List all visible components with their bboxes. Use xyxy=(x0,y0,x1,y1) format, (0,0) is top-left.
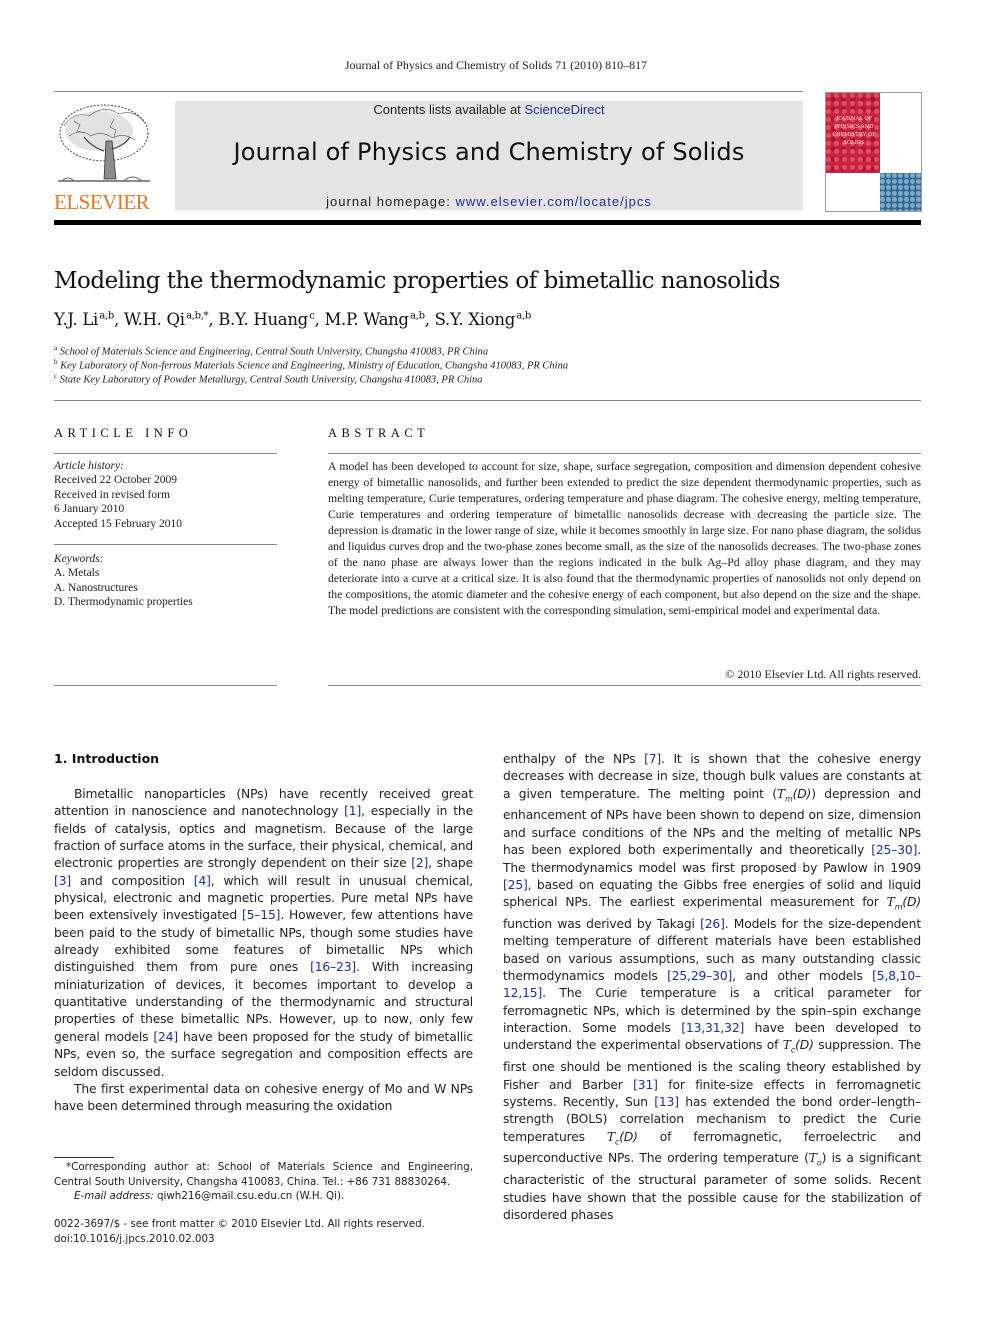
citation-link[interactable]: [24] xyxy=(153,1030,178,1044)
citation-link[interactable]: [2] xyxy=(411,856,428,870)
corresponding-author-note: *Corresponding author at: School of Mate… xyxy=(54,1161,473,1188)
header-bottom-rule xyxy=(54,220,921,225)
paragraph: Bimetallic nanoparticles (NPs) have rece… xyxy=(54,787,474,1079)
doi-line[interactable]: doi:10.1016/j.jpcs.2010.02.003 xyxy=(54,1232,425,1247)
issn-line: 0022-3697/$ - see front matter © 2010 El… xyxy=(54,1218,425,1230)
tree-icon xyxy=(58,104,150,182)
citation-link[interactable]: [16–23] xyxy=(310,960,356,974)
elsevier-wordmark: ELSEVIER xyxy=(54,190,150,214)
email-note: E-mail address: qiwh216@mail.csu.edu.cn … xyxy=(54,1189,493,1204)
body-column-left: Bimetallic nanoparticles (NPs) have rece… xyxy=(54,786,473,1116)
citation-link[interactable]: [31] xyxy=(633,1078,658,1092)
homepage-link[interactable]: www.elsevier.com/locate/jpcs xyxy=(455,194,651,209)
article-history: Article history: Received 22 October 200… xyxy=(54,459,182,531)
journal-homepage-line: journal homepage: www.elsevier.com/locat… xyxy=(175,194,803,209)
affiliation-c: c State Key Laboratory of Powder Metallu… xyxy=(54,372,483,386)
author[interactable]: M.P. Wang a,b xyxy=(324,310,425,329)
abstract-rule-bottom xyxy=(328,685,921,686)
article-info-heading: ARTICLE INFO xyxy=(54,426,193,440)
citation-link[interactable]: [3] xyxy=(54,874,71,888)
cover-title: JOURNAL OF PHYSICS AND CHEMISTRY OF SOLI… xyxy=(832,116,876,146)
abstract-copyright: © 2010 Elsevier Ltd. All rights reserved… xyxy=(725,667,921,681)
citation-link[interactable]: [13,31,32] xyxy=(681,1021,744,1035)
header-top-rule xyxy=(54,91,803,92)
sciencedirect-link[interactable]: ScienceDirect xyxy=(524,102,604,117)
citation-link[interactable]: [25–30] xyxy=(871,843,917,857)
math-symbol: Tm(D) xyxy=(776,786,812,804)
citation-link[interactable]: [26] xyxy=(700,917,725,931)
keyword: D. Thermodynamic properties xyxy=(54,596,193,609)
abstract-heading: ABSTRACT xyxy=(328,426,430,440)
journal-title: Journal of Physics and Chemistry of Soli… xyxy=(233,138,745,166)
email-address[interactable]: qiwh216@mail.csu.edu.cn (W.H. Qi). xyxy=(154,1190,344,1202)
running-head: Journal of Physics and Chemistry of Soli… xyxy=(344,58,648,72)
history-received: Received 22 October 2009 xyxy=(54,474,177,487)
email-label: E-mail address: xyxy=(74,1190,154,1202)
affiliation-a: a School of Materials Science and Engine… xyxy=(54,344,489,358)
author[interactable]: W.H. Qi a,b,* xyxy=(124,310,209,329)
citation-link[interactable]: [25] xyxy=(503,878,528,892)
math-symbol: Tc(D) xyxy=(782,1038,814,1055)
keywords: Keywords: A. Metals A. Nanostructures D.… xyxy=(54,552,193,610)
citation-link[interactable]: [1] xyxy=(344,804,361,818)
keywords-label: Keywords: xyxy=(54,553,104,565)
footnote-rule xyxy=(54,1157,114,1158)
article-info-rule-1 xyxy=(54,453,277,454)
journal-cover-thumbnail[interactable]: JOURNAL OF PHYSICS AND CHEMISTRY OF SOLI… xyxy=(825,92,922,212)
abstract-text: A model has been developed to account fo… xyxy=(328,460,921,617)
article-info-rule-2 xyxy=(54,544,277,545)
contents-prefix: Contents lists available at xyxy=(373,102,525,117)
history-revised-label: Received in revised form xyxy=(54,488,170,501)
author[interactable]: Y.J. Li a,b xyxy=(54,310,114,329)
section-heading-introduction: 1. Introduction xyxy=(54,751,160,766)
citation-link[interactable]: [4] xyxy=(194,874,211,888)
keyword: A. Nanostructures xyxy=(54,581,138,594)
math-symbol: To xyxy=(808,1151,822,1168)
publication-ids: 0022-3697/$ - see front matter © 2010 El… xyxy=(54,1217,425,1246)
math-symbol: Tc(D) xyxy=(606,1129,638,1147)
affiliation-b: b Key Laboratory of Non-ferrous Material… xyxy=(54,358,569,372)
author[interactable]: B.Y. Huang c xyxy=(218,310,315,329)
paragraph: The first experimental data on cohesive … xyxy=(54,1081,473,1114)
author[interactable]: S.Y. Xiong a,b xyxy=(435,310,532,329)
article-info-rule-3 xyxy=(54,685,277,686)
contents-line: Contents lists available at ScienceDirec… xyxy=(175,102,803,117)
author-list: Y.J. Li a,b, W.H. Qi a,b,*, B.Y. Huang c… xyxy=(54,310,531,329)
history-revised-date: 6 January 2010 xyxy=(54,503,125,516)
abstract-rule-top xyxy=(328,453,921,454)
affiliation-rule xyxy=(54,400,921,401)
paragraph: enthalpy of the NPs [7]. It is shown tha… xyxy=(503,752,922,1222)
citation-link[interactable]: [5–15] xyxy=(242,908,280,922)
citation-link[interactable]: [7] xyxy=(644,752,661,766)
keyword: A. Metals xyxy=(54,567,100,580)
history-accepted: Accepted 15 February 2010 xyxy=(54,517,183,530)
cover-blue-panel xyxy=(880,173,921,211)
homepage-prefix: journal homepage: xyxy=(326,194,456,209)
citation-link[interactable]: [25,29–30] xyxy=(667,969,732,983)
article-title: Modeling the thermodynamic properties of… xyxy=(54,268,780,294)
math-symbol: Tm(D) xyxy=(886,895,921,912)
history-label: Article history: xyxy=(54,460,124,472)
citation-link[interactable]: [13] xyxy=(654,1095,679,1109)
body-column-right: enthalpy of the NPs [7]. It is shown tha… xyxy=(503,751,921,1224)
